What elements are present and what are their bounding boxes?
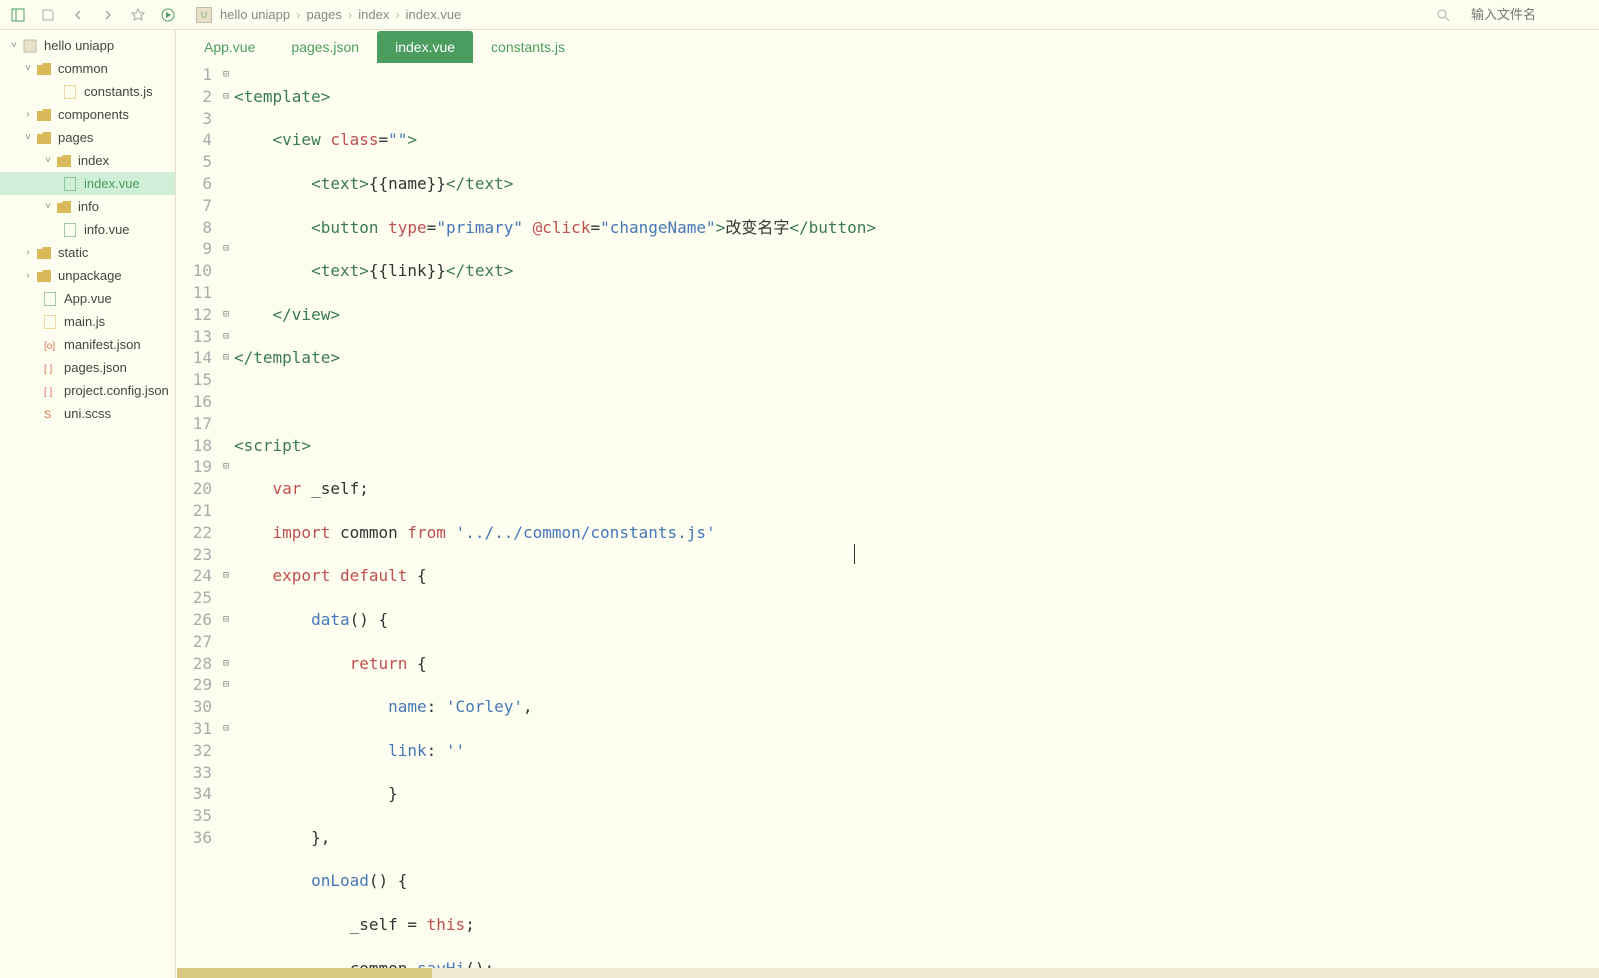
app-logo-icon: U: [196, 7, 212, 23]
tree-label: info.vue: [84, 222, 130, 237]
tree-label: static: [58, 245, 88, 260]
collapse-icon[interactable]: ˅: [8, 40, 20, 51]
svg-text:[ ]: [ ]: [44, 387, 53, 398]
breadcrumb-sep: ›: [395, 7, 399, 22]
tree-folder-unpackage[interactable]: › unpackage: [0, 264, 175, 287]
tree-label: App.vue: [64, 291, 112, 306]
folder-icon: [36, 268, 52, 284]
tree-folder-static[interactable]: › static: [0, 241, 175, 264]
folder-icon: [36, 130, 52, 146]
scss-file-icon: S: [42, 406, 58, 422]
tree-folder-info[interactable]: ˅ info: [0, 195, 175, 218]
tree-label: main.js: [64, 314, 105, 329]
run-icon[interactable]: [158, 5, 178, 25]
breadcrumb-sep: ›: [348, 7, 352, 22]
json-file-icon: [ ]: [42, 360, 58, 376]
tree-label: unpackage: [58, 268, 122, 283]
tree-label: manifest.json: [64, 337, 141, 352]
tree-label: uni.scss: [64, 406, 111, 421]
js-file-icon: [42, 314, 58, 330]
tree-file-uni-scss[interactable]: S uni.scss: [0, 402, 175, 425]
fold-gutter[interactable]: ⊟⊟⊟⊟⊟⊟⊟⊟⊟⊟⊟⊟: [218, 64, 234, 978]
tree-label: pages: [58, 130, 93, 145]
vue-file-icon: [62, 176, 78, 192]
breadcrumb-file[interactable]: index.vue: [406, 7, 462, 22]
tree-folder-components[interactable]: › components: [0, 103, 175, 126]
editor-area: App.vue pages.json index.vue constants.j…: [176, 30, 1599, 978]
search-icon[interactable]: [1433, 5, 1453, 25]
tab-pages-json[interactable]: pages.json: [273, 31, 377, 63]
tab-app-vue[interactable]: App.vue: [186, 31, 273, 63]
code-content[interactable]: <template> <view class=""> <text>{{name}…: [234, 64, 1599, 978]
tree-label: index.vue: [84, 176, 140, 191]
vue-file-icon: [62, 222, 78, 238]
line-number-gutter: 1234567891011121314151617181920212223242…: [176, 64, 218, 978]
expand-icon[interactable]: ›: [22, 109, 34, 120]
editor-tabs: App.vue pages.json index.vue constants.j…: [176, 30, 1599, 64]
tree-label: pages.json: [64, 360, 127, 375]
json-file-icon: [ ]: [42, 383, 58, 399]
svg-text:[ ]: [ ]: [44, 364, 53, 375]
tree-folder-index[interactable]: ˅ index: [0, 149, 175, 172]
tree-folder-pages[interactable]: ˅ pages: [0, 126, 175, 149]
scrollbar-thumb[interactable]: [177, 968, 432, 978]
breadcrumb-root[interactable]: hello uniapp: [220, 7, 290, 22]
expand-icon[interactable]: ›: [22, 270, 34, 281]
breadcrumb-path1[interactable]: pages: [306, 7, 341, 22]
svg-text:[o]: [o]: [44, 341, 55, 352]
menu-icon[interactable]: [8, 5, 28, 25]
vue-file-icon: [42, 291, 58, 307]
star-icon[interactable]: [128, 5, 148, 25]
forward-icon[interactable]: [98, 5, 118, 25]
tree-file-app-vue[interactable]: App.vue: [0, 287, 175, 310]
svg-text:S: S: [44, 409, 51, 421]
folder-icon: [56, 153, 72, 169]
tree-file-pages-json[interactable]: [ ] pages.json: [0, 356, 175, 379]
app-folder-icon: [22, 38, 38, 54]
breadcrumb-path2[interactable]: index: [358, 7, 389, 22]
collapse-icon[interactable]: ˅: [22, 63, 34, 74]
code-editor[interactable]: 1234567891011121314151617181920212223242…: [176, 64, 1599, 978]
text-cursor: [854, 544, 855, 564]
js-file-icon: [62, 84, 78, 100]
file-explorer[interactable]: ˅ hello uniapp ˅ common constants.js › c…: [0, 30, 176, 978]
tab-index-vue[interactable]: index.vue: [377, 31, 473, 63]
json-file-icon: [o]: [42, 337, 58, 353]
tree-label: index: [78, 153, 109, 168]
search-input[interactable]: [1471, 7, 1591, 22]
breadcrumb: U hello uniapp › pages › index › index.v…: [196, 7, 461, 23]
collapse-icon[interactable]: ˅: [42, 201, 54, 212]
folder-icon: [56, 199, 72, 215]
save-icon[interactable]: [38, 5, 58, 25]
tree-file-manifest[interactable]: [o] manifest.json: [0, 333, 175, 356]
tree-label: constants.js: [84, 84, 153, 99]
tree-file-main-js[interactable]: main.js: [0, 310, 175, 333]
tree-file-info-vue[interactable]: info.vue: [0, 218, 175, 241]
collapse-icon[interactable]: ˅: [22, 132, 34, 143]
back-icon[interactable]: [68, 5, 88, 25]
tree-folder-common[interactable]: ˅ common: [0, 57, 175, 80]
tree-label: components: [58, 107, 129, 122]
tab-constants-js[interactable]: constants.js: [473, 31, 583, 63]
folder-icon: [36, 61, 52, 77]
search-area: [1433, 5, 1591, 25]
tree-file-project-config[interactable]: [ ] project.config.json: [0, 379, 175, 402]
breadcrumb-sep: ›: [296, 7, 300, 22]
folder-icon: [36, 245, 52, 261]
tree-root[interactable]: ˅ hello uniapp: [0, 34, 175, 57]
horizontal-scrollbar[interactable]: [177, 968, 1599, 978]
expand-icon[interactable]: ›: [22, 247, 34, 258]
folder-icon: [36, 107, 52, 123]
tree-label: project.config.json: [64, 383, 169, 398]
tree-label: common: [58, 61, 108, 76]
tree-file-constants[interactable]: constants.js: [0, 80, 175, 103]
tree-label: hello uniapp: [44, 38, 114, 53]
toolbar: U hello uniapp › pages › index › index.v…: [0, 0, 1599, 30]
collapse-icon[interactable]: ˅: [42, 155, 54, 166]
tree-file-index-vue[interactable]: index.vue: [0, 172, 175, 195]
tree-label: info: [78, 199, 99, 214]
